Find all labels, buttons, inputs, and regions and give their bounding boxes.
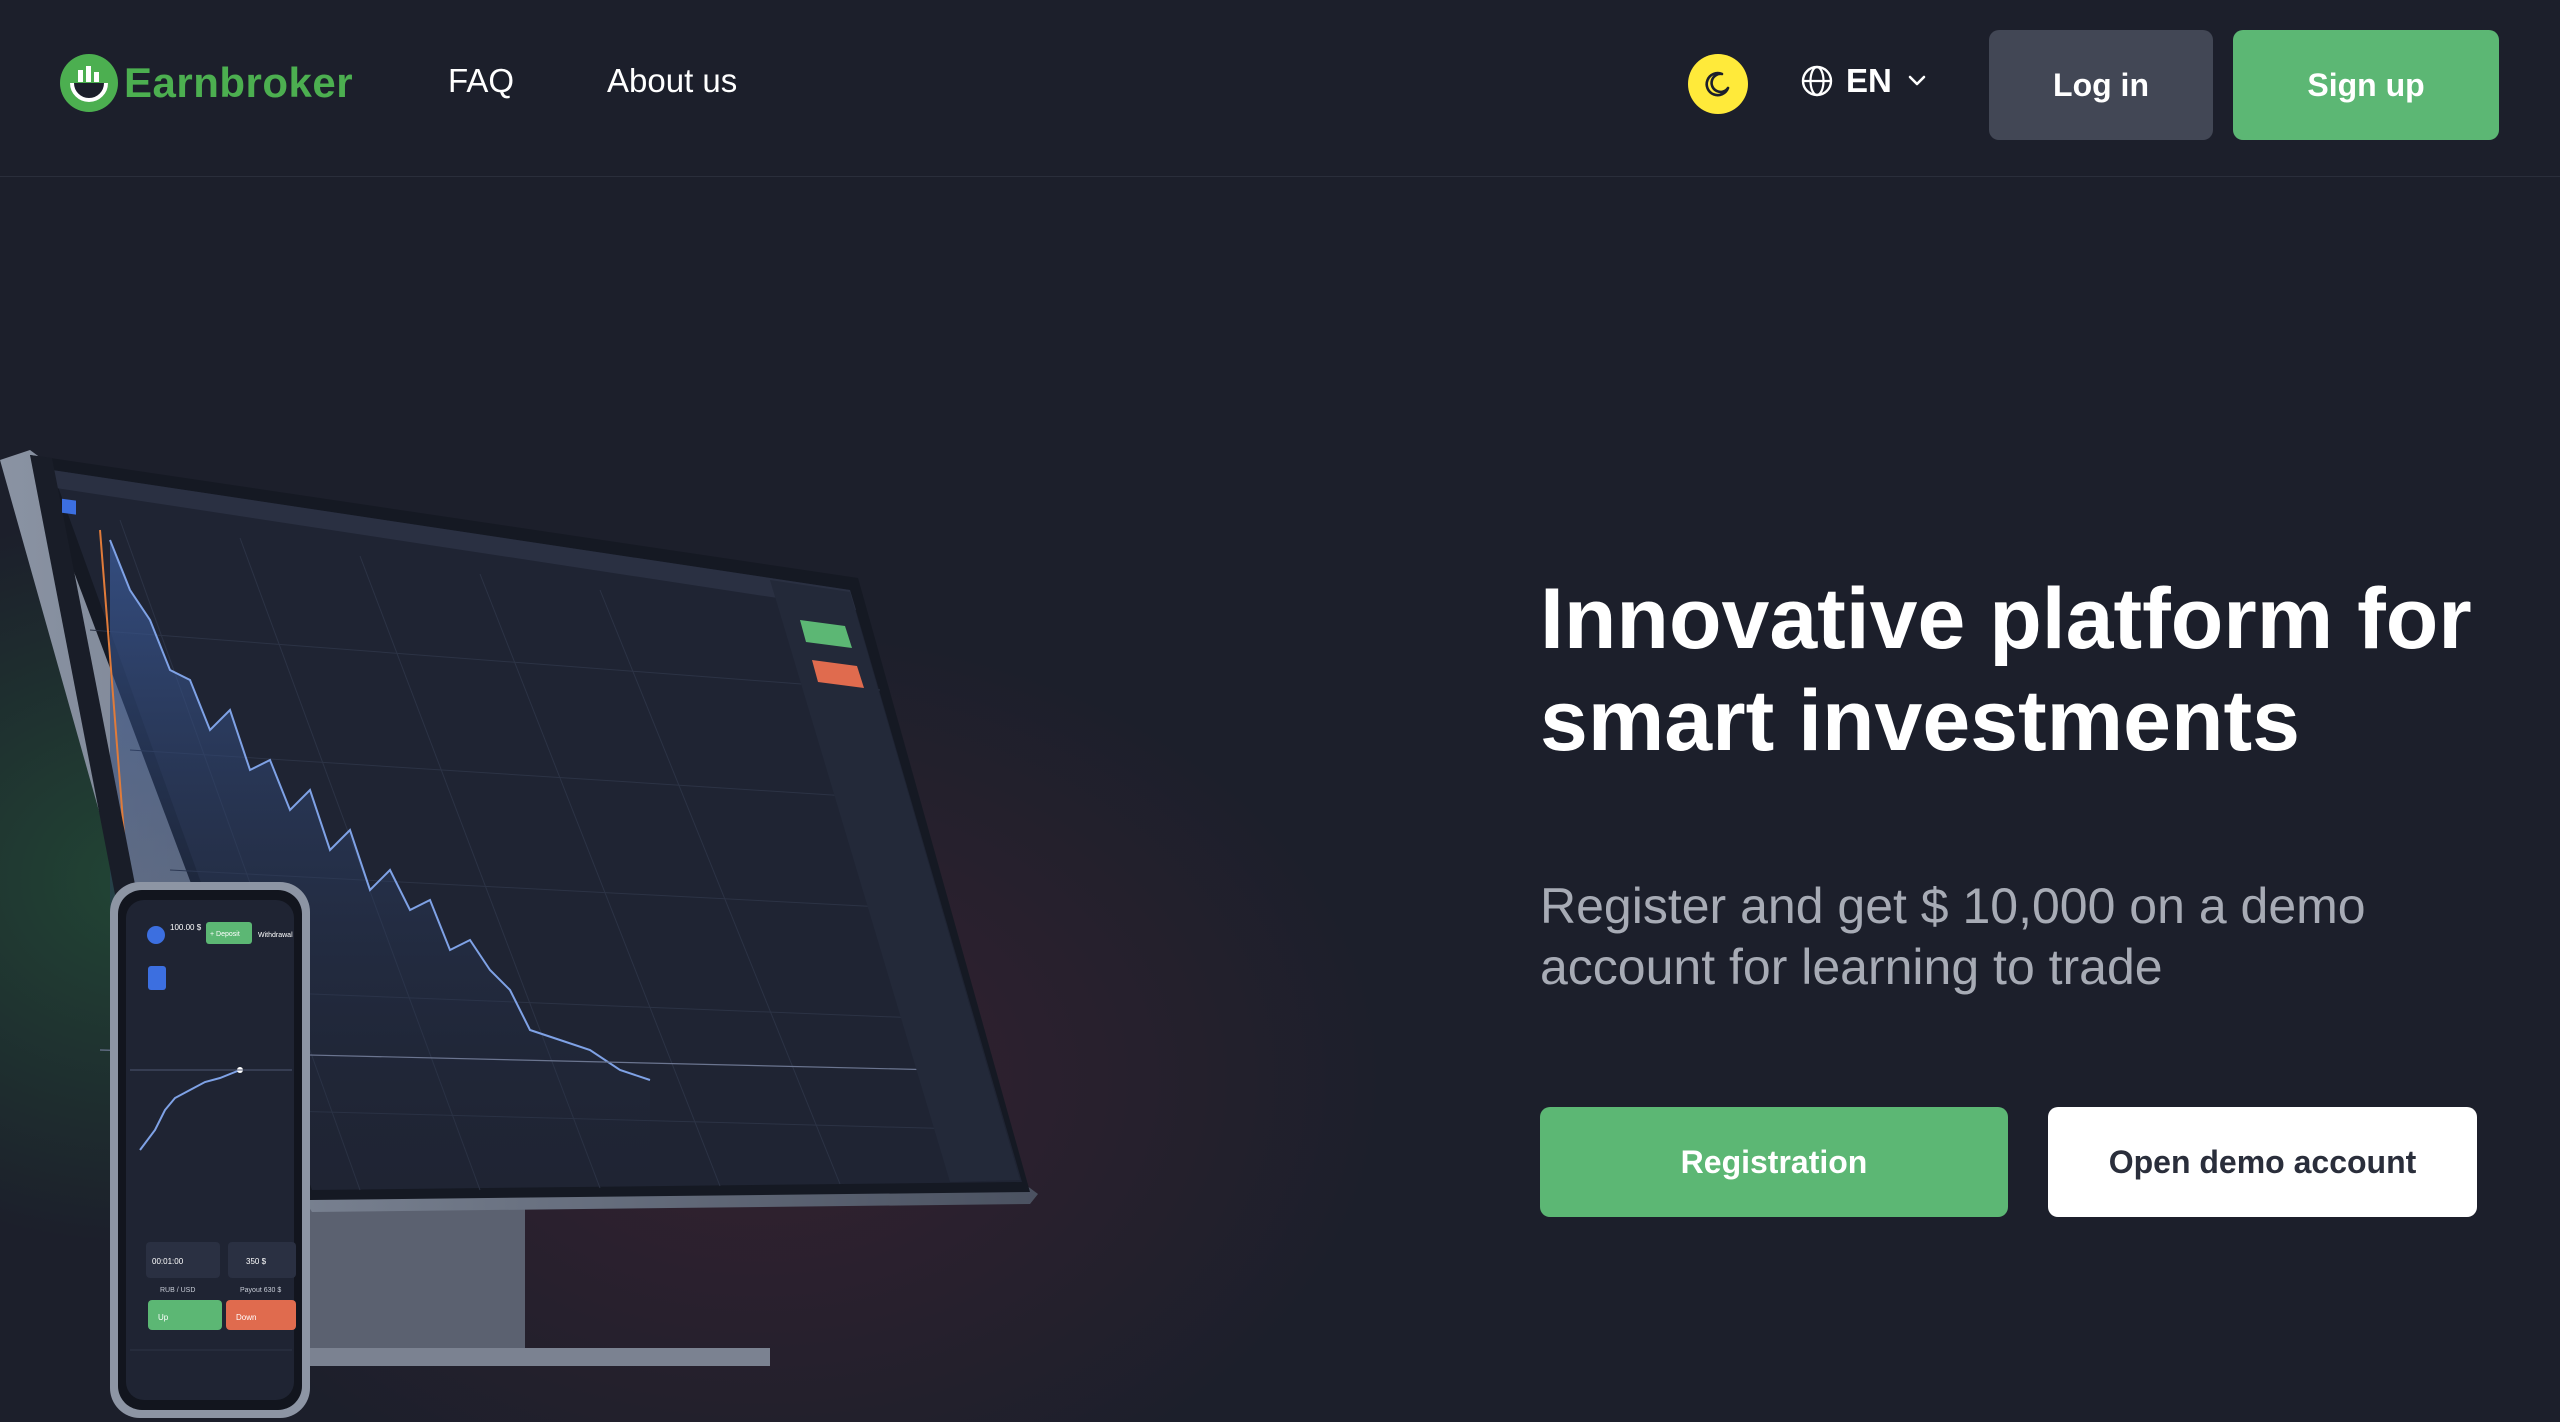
moon-icon [1705,71,1730,97]
phone-amount-value: 350 $ [246,1257,267,1266]
registration-button[interactable]: Registration [1540,1107,2008,1217]
brand-name: Earnbroker [124,59,354,106]
nav-about-link[interactable]: About us [607,62,737,100]
language-selector[interactable]: EN [1800,62,1930,100]
monitor-stand [300,1190,770,1366]
nav-faq-link[interactable]: FAQ [448,62,514,100]
top-header: Earnbroker FAQ About us EN Log in Sign u… [0,0,2560,177]
trading-platform-illustration: 100.00 $ + Deposit Withdrawal 00:01:00 3… [0,450,1038,1418]
phone-payout: Payout 630 $ [240,1287,281,1294]
signup-button[interactable]: Sign up [2233,30,2499,140]
hero-title: Innovative platform for smart investment… [1540,571,2472,769]
phone-up-label: Up [158,1313,169,1322]
open-demo-account-button[interactable]: Open demo account [2048,1107,2477,1217]
theme-toggle-button[interactable] [1688,54,1748,114]
phone-deposit-label: + Deposit [210,931,240,938]
login-button[interactable]: Log in [1989,30,2213,140]
language-code: EN [1846,62,1892,99]
brand-logo[interactable]: Earnbroker [58,52,353,114]
chevron-down-icon [1908,75,1926,86]
phone-withdrawal-label: Withdrawal [258,932,293,939]
phone-balance: 100.00 $ [170,923,202,932]
logo-icon [60,54,118,112]
globe-icon [1801,65,1833,97]
mobile-phone: 100.00 $ + Deposit Withdrawal 00:01:00 3… [110,882,310,1418]
landing-page: Earnbroker FAQ About us EN Log in Sign u… [0,0,2560,1422]
phone-time-value: 00:01:00 [152,1257,184,1266]
hero-subtitle: Register and get $ 10,000 on a demo acco… [1540,878,2366,995]
phone-asset: RUB / USD [160,1287,195,1294]
phone-down-label: Down [236,1313,256,1322]
